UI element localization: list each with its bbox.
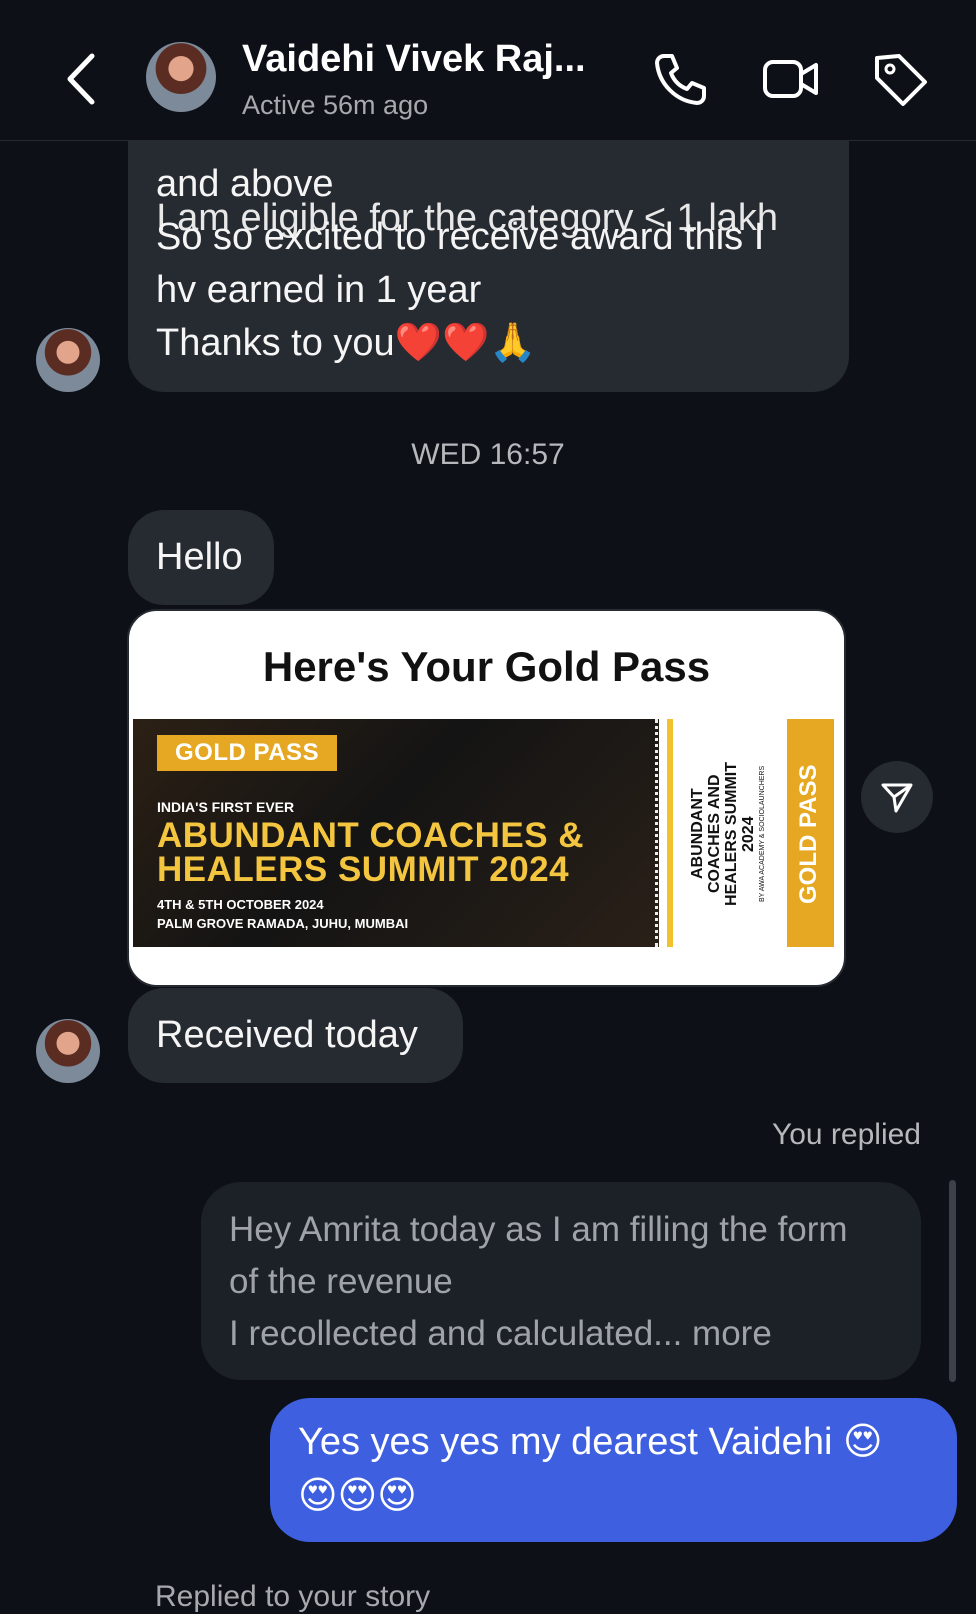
gold-pass-badge: GOLD PASS xyxy=(157,735,338,771)
summit-title-line: HEALERS SUMMIT 2024 xyxy=(157,850,570,889)
scrollbar[interactable] xyxy=(949,1180,956,1382)
phone-icon[interactable] xyxy=(650,50,708,108)
active-status: Active 56m ago xyxy=(242,90,429,120)
reply-line: of the revenue xyxy=(229,1262,453,1301)
event-details: 4TH & 5TH OCTOBER 2024 PALM GROVE RAMADA… xyxy=(157,895,408,933)
contact-avatar[interactable] xyxy=(146,42,216,112)
incoming-message-hello[interactable]: Hello xyxy=(128,510,274,605)
message-text: Hello xyxy=(156,536,243,578)
send-icon xyxy=(881,783,913,813)
tag-icon[interactable] xyxy=(871,50,929,108)
ticket-main: GOLD PASS INDIA'S FIRST EVER ABUNDANT CO… xyxy=(133,719,659,947)
contact-name[interactable]: Vaidehi Vivek Raj... xyxy=(242,38,586,81)
stub-gold-pass: GOLD PASS xyxy=(795,764,822,904)
perforation xyxy=(655,719,662,947)
event-venue: PALM GROVE RAMADA, JUHU, MUMBAI xyxy=(157,916,409,931)
stub-title: ABUNDANT COACHES AND HEALERS SUMMIT 2024 xyxy=(689,762,757,906)
replied-message[interactable]: Hey Amrita today as I am filling the for… xyxy=(201,1182,921,1380)
outgoing-message[interactable]: Yes yes yes my dearest Vaidehi 😍 😍😍😍 xyxy=(270,1398,957,1542)
gold-pass-image[interactable]: Here's Your Gold Pass GOLD PASS INDIA'S … xyxy=(127,609,846,987)
event-date: 4TH & 5TH OCTOBER 2024 xyxy=(157,897,324,912)
share-button[interactable] xyxy=(861,761,933,833)
incoming-message-received[interactable]: Received today xyxy=(128,988,463,1083)
stub-divider xyxy=(667,719,673,947)
message-line: and above xyxy=(156,163,334,205)
sender-avatar[interactable] xyxy=(36,328,100,392)
message-line: So so excited to receive award this I xyxy=(156,216,765,258)
back-arrow-icon[interactable] xyxy=(62,50,102,108)
sender-avatar[interactable] xyxy=(36,1019,100,1083)
summit-title-line: ABUNDANT COACHES & xyxy=(157,816,585,855)
pass-title: Here's Your Gold Pass xyxy=(262,643,711,690)
you-replied-label: You replied xyxy=(771,1118,921,1151)
stub-credit: BY AWA ACADEMY & SOCIOLAUNCHERS xyxy=(759,765,766,903)
message-line: Yes yes yes my dearest Vaidehi 😍 xyxy=(298,1421,883,1463)
reply-line-more[interactable]: I recollected and calculated... more xyxy=(229,1308,909,1360)
first-ever-label: INDIA'S FIRST EVER xyxy=(157,799,295,815)
message-line: 😍😍😍 xyxy=(298,1475,417,1517)
video-icon[interactable] xyxy=(762,50,820,108)
reply-line: Hey Amrita today as I am filling the for… xyxy=(229,1210,848,1249)
chat-header: Vaidehi Vivek Raj... Active 56m ago xyxy=(0,0,976,141)
timestamp: WED 16:57 xyxy=(411,438,565,471)
summit-title: ABUNDANT COACHES & HEALERS SUMMIT 2024 xyxy=(157,816,585,889)
ticket: GOLD PASS INDIA'S FIRST EVER ABUNDANT CO… xyxy=(133,719,838,947)
replied-to-story-label: Replied to your story xyxy=(155,1580,431,1613)
message-line: hv earned in 1 year xyxy=(156,269,482,311)
message-line: Thanks to you❤️❤️🙏 xyxy=(156,322,537,364)
message-text: Received today xyxy=(156,1014,418,1056)
